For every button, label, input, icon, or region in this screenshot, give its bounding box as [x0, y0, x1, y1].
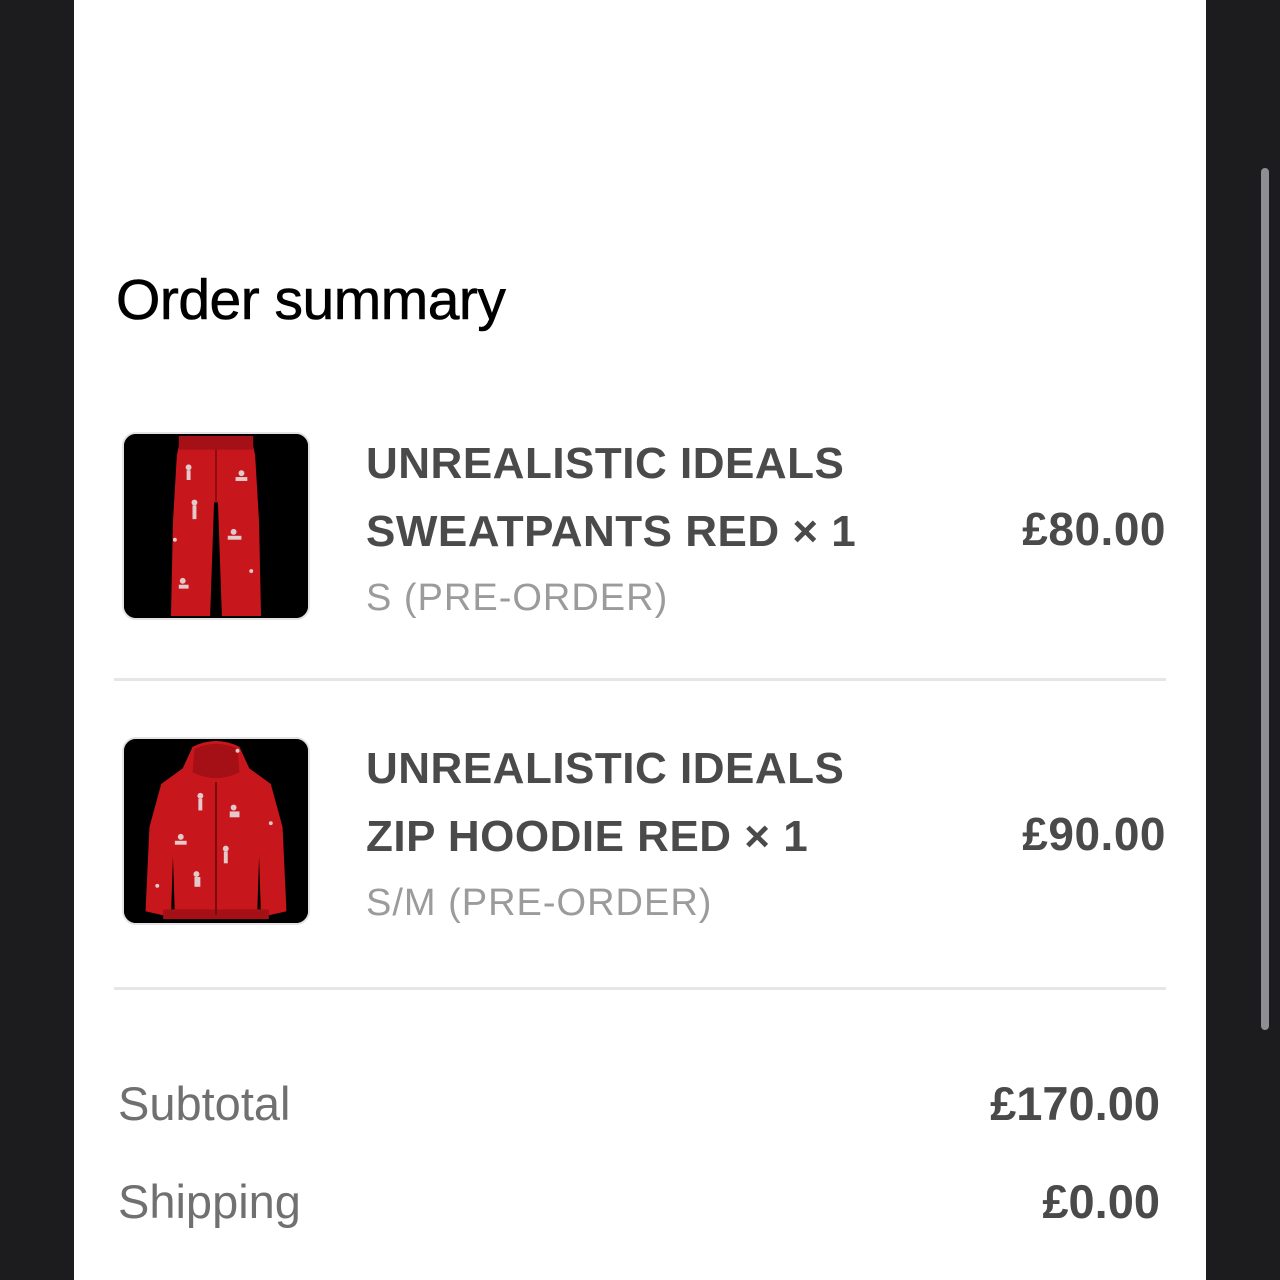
order-summary-title: Order summary [116, 268, 506, 333]
line-item: UNREALISTIC IDEALS SWEATPANTS RED × 1 S … [116, 432, 1166, 622]
divider [114, 678, 1166, 681]
subtotal-row: Subtotal £170.00 [118, 1072, 1160, 1136]
item-price: £90.00 [1022, 808, 1166, 860]
item-variant: S/M (PRE-ORDER) [366, 882, 713, 924]
item-name: UNREALISTIC IDEALS ZIP HOODIE RED × 1 [366, 735, 936, 871]
item-price: £80.00 [1022, 503, 1166, 555]
shipping-value: £0.00 [1042, 1175, 1160, 1228]
item-name-line1: UNREALISTIC IDEALS [366, 744, 845, 793]
item-name: UNREALISTIC IDEALS SWEATPANTS RED × 1 [366, 430, 936, 566]
sweatpants-product-image [122, 432, 310, 620]
scrollbar[interactable] [1258, 168, 1272, 1030]
shipping-label: Shipping [118, 1175, 301, 1228]
subtotal-label: Subtotal [118, 1077, 291, 1130]
item-variant: S (PRE-ORDER) [366, 577, 669, 619]
scrollbar-thumb[interactable] [1261, 168, 1269, 1030]
shipping-row: Shipping £0.00 [118, 1170, 1160, 1234]
screen: Order summary UNREALISTIC IDEALS SWEATPA… [0, 0, 1280, 1280]
line-item: UNREALISTIC IDEALS ZIP HOODIE RED × 1 S/… [116, 737, 1166, 927]
item-name-line2: ZIP HOODIE RED × 1 [366, 812, 809, 861]
order-summary-panel: Order summary UNREALISTIC IDEALS SWEATPA… [74, 0, 1206, 1280]
zip-hoodie-product-image [122, 737, 310, 925]
subtotal-value: £170.00 [990, 1077, 1160, 1130]
item-name-line1: UNREALISTIC IDEALS [366, 439, 845, 488]
divider [114, 987, 1166, 990]
item-name-line2: SWEATPANTS RED × 1 [366, 507, 857, 556]
